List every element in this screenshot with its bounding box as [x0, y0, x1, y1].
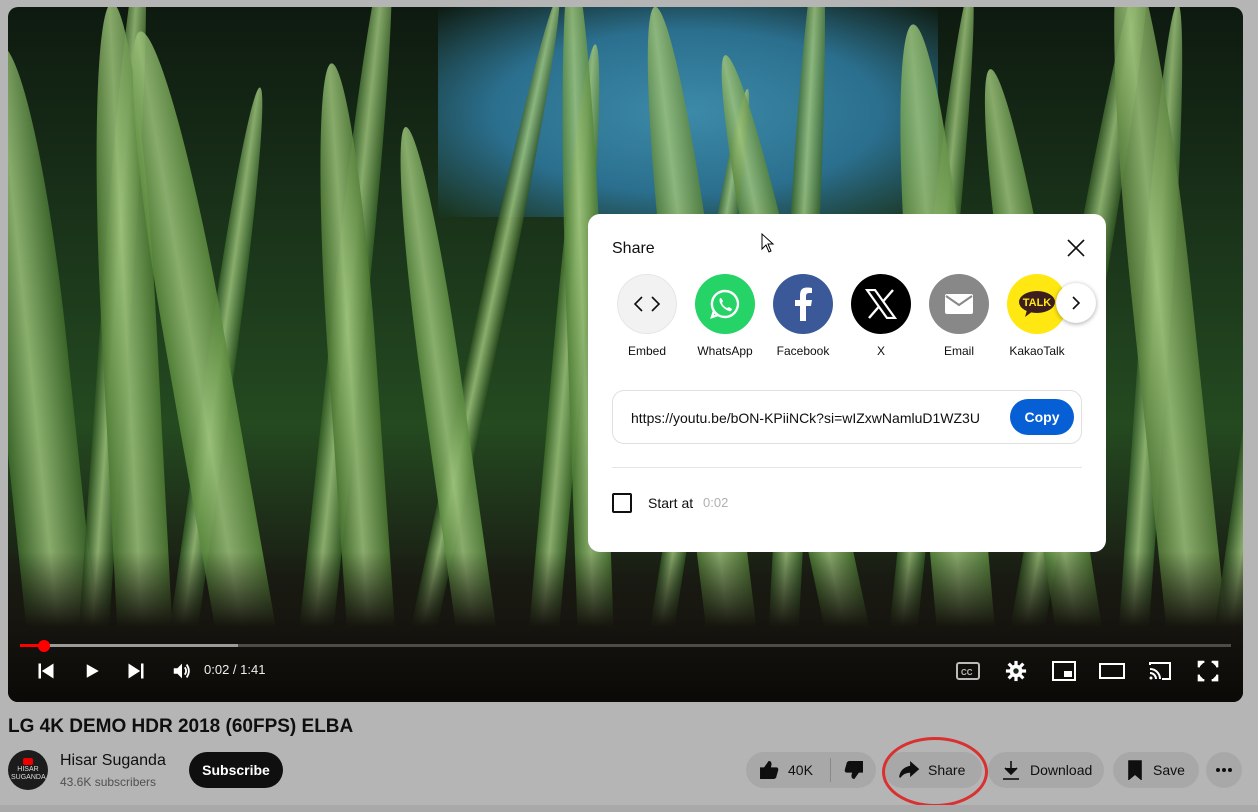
- buffer-bar: [20, 644, 238, 647]
- share-target-label: X: [876, 344, 885, 358]
- miniplayer-button[interactable]: [1050, 656, 1078, 686]
- thumbs-up-icon: [760, 761, 779, 779]
- miniplayer-icon: [1052, 661, 1076, 681]
- share-x[interactable]: X: [846, 274, 916, 358]
- download-icon: [1003, 761, 1019, 780]
- x-icon: [851, 274, 911, 334]
- svg-text:TALK: TALK: [1023, 297, 1052, 309]
- like-dislike-group: 40K: [746, 752, 876, 788]
- subscribe-button[interactable]: Subscribe: [189, 752, 283, 788]
- channel-name[interactable]: Hisar Suganda: [60, 752, 166, 770]
- cast-icon: [1149, 662, 1171, 680]
- play-icon: [86, 664, 99, 678]
- share-embed[interactable]: Embed: [612, 274, 682, 358]
- share-email[interactable]: Email: [924, 274, 994, 358]
- previous-button[interactable]: [32, 656, 60, 686]
- email-icon: [929, 274, 989, 334]
- play-button[interactable]: [78, 656, 106, 686]
- fullscreen-button[interactable]: [1194, 656, 1222, 686]
- volume-icon: [173, 663, 190, 679]
- share-url-box: https://youtu.be/bON-KPiiNCk?si=wIZxwNam…: [612, 390, 1082, 444]
- download-button[interactable]: Download: [988, 752, 1104, 788]
- captions-icon: CC: [956, 662, 980, 680]
- close-button[interactable]: [1060, 232, 1092, 264]
- share-target-label: Facebook: [776, 344, 830, 358]
- facebook-icon: [773, 274, 833, 334]
- youtube-logo-icon: [23, 758, 33, 765]
- subscriber-count: 43.6K subscribers: [60, 775, 157, 789]
- copy-button[interactable]: Copy: [1010, 399, 1074, 435]
- embed-icon: [617, 274, 677, 334]
- divider: [612, 467, 1082, 468]
- more-actions-button[interactable]: [1206, 752, 1242, 788]
- mouse-cursor-icon: [761, 233, 775, 253]
- settings-button[interactable]: [1002, 656, 1030, 686]
- bottom-strip: [0, 805, 1258, 812]
- save-button[interactable]: Save: [1113, 752, 1199, 788]
- share-highlight-annotation: [882, 737, 988, 807]
- share-facebook[interactable]: Facebook: [768, 274, 838, 358]
- like-count: 40K: [788, 762, 813, 778]
- cast-button[interactable]: [1146, 656, 1174, 686]
- share-target-label: Email: [943, 344, 974, 358]
- svg-text:CC: CC: [961, 668, 973, 677]
- close-icon: [1067, 239, 1085, 257]
- chevron-right-icon: [1072, 296, 1081, 310]
- time-display: 0:02 / 1:41: [204, 662, 266, 677]
- bookmark-icon: [1128, 760, 1142, 780]
- share-dialog-title: Share: [612, 240, 655, 257]
- theater-mode-button[interactable]: [1097, 656, 1127, 686]
- start-at-checkbox[interactable]: [612, 493, 632, 513]
- download-button-label: Download: [1030, 762, 1093, 778]
- save-button-label: Save: [1153, 762, 1185, 778]
- thumbs-down-icon: [844, 761, 863, 779]
- skip-previous-icon: [38, 663, 54, 679]
- share-dialog: Share Embed WhatsApp Facebook X Email TA…: [588, 214, 1106, 552]
- share-whatsapp[interactable]: WhatsApp: [690, 274, 760, 358]
- share-url-input[interactable]: https://youtu.be/bON-KPiiNCk?si=wIZxwNam…: [631, 410, 979, 426]
- volume-button[interactable]: [168, 656, 196, 686]
- channel-avatar[interactable]: HISAR SUGANDA: [8, 750, 48, 790]
- theater-icon: [1099, 663, 1125, 679]
- gear-icon: [1005, 660, 1027, 682]
- more-horizontal-icon: [1216, 768, 1232, 772]
- skip-next-icon: [128, 663, 144, 679]
- share-target-label: KakaoTalk: [1009, 344, 1065, 358]
- avatar-text: HISAR SUGANDA: [11, 766, 46, 781]
- like-button[interactable]: 40K: [746, 759, 830, 781]
- start-at-time-input[interactable]: 0:02: [703, 495, 728, 510]
- video-title: LG 4K DEMO HDR 2018 (60FPS) ELBA: [8, 716, 354, 737]
- share-target-label: WhatsApp: [697, 344, 753, 358]
- dislike-button[interactable]: [831, 759, 876, 781]
- share-target-label: Embed: [627, 344, 667, 358]
- start-at-label: Start at: [648, 495, 694, 511]
- fullscreen-icon: [1197, 660, 1219, 682]
- progress-bar[interactable]: [20, 640, 1231, 652]
- next-video-button[interactable]: [122, 656, 150, 686]
- captions-button[interactable]: CC: [954, 656, 982, 686]
- share-next-button[interactable]: [1056, 283, 1096, 323]
- whatsapp-icon: [695, 274, 755, 334]
